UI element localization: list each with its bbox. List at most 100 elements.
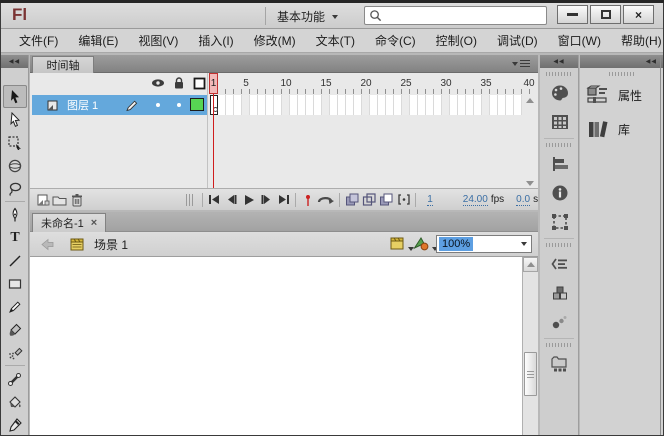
tool-pen[interactable]	[3, 203, 27, 226]
search-box[interactable]	[364, 6, 547, 25]
panel-gripper[interactable]	[546, 343, 572, 347]
panel-button-align[interactable]	[540, 149, 579, 178]
tool-pencil[interactable]	[3, 295, 27, 318]
center-playhead-button[interactable]	[299, 191, 316, 209]
go-to-last-frame-button[interactable]	[275, 191, 292, 209]
delete-layer-button[interactable]	[69, 191, 86, 209]
panel-button-info[interactable]	[540, 178, 579, 207]
maximize-button[interactable]	[590, 5, 621, 24]
tool-spray-brush[interactable]	[3, 341, 27, 364]
scene-breadcrumb-label[interactable]: 场景 1	[94, 236, 128, 253]
scroll-down-icon[interactable]	[526, 181, 534, 186]
zoom-level-combobox[interactable]: 100%	[436, 235, 532, 253]
document-tab-untitled-1[interactable]: 未命名-1 ×	[32, 213, 107, 232]
close-button[interactable]: ×	[623, 5, 654, 24]
stage-vertical-scrollbar[interactable]	[522, 257, 538, 435]
collapse-panel-icon[interactable]: ◀◀	[580, 55, 663, 68]
panel-button-swatches[interactable]	[540, 107, 579, 136]
menu-item-control[interactable]: 控制(O)	[426, 29, 487, 52]
step-forward-button[interactable]	[258, 191, 275, 209]
playhead-frame-number[interactable]: 1	[209, 73, 218, 94]
frame-1-empty-keyframe[interactable]	[210, 95, 218, 115]
scroll-up-button[interactable]	[523, 257, 538, 272]
show-hide-eye-icon[interactable]	[151, 77, 165, 89]
panel-button-project[interactable]	[540, 349, 579, 378]
edit-multiple-frames-button[interactable]	[378, 191, 395, 209]
menu-item-debug[interactable]: 调试(D)	[487, 29, 548, 52]
scrollbar-thumb[interactable]	[524, 352, 537, 396]
stage-canvas[interactable]	[30, 257, 522, 435]
scroll-up-icon[interactable]	[526, 98, 534, 103]
layer-outline-color-swatch[interactable]	[190, 98, 204, 111]
panel-button-library[interactable]: 库	[580, 112, 663, 146]
footer-grip[interactable]	[185, 193, 193, 206]
current-frame-hot-text[interactable]: 1	[427, 194, 433, 206]
lock-icon[interactable]	[173, 77, 185, 90]
new-layer-icon	[37, 194, 50, 205]
tab-timeline[interactable]: 时间轴	[32, 56, 94, 73]
tool-subselection[interactable]	[3, 108, 27, 131]
elapsed-time-hot-text[interactable]: 0.0	[516, 194, 531, 206]
tool-selection[interactable]	[3, 85, 27, 108]
panel-button-properties[interactable]: 属性	[580, 78, 663, 112]
layer-name[interactable]: 图层 1	[67, 97, 98, 113]
menu-item-view[interactable]: 视图(V)	[128, 29, 188, 52]
panel-button-transform[interactable]	[540, 207, 579, 236]
loop-playback-button[interactable]	[316, 191, 336, 209]
new-layer-button[interactable]	[34, 191, 51, 209]
document-tab-close-icon[interactable]: ×	[91, 217, 97, 229]
go-to-first-frame-button[interactable]	[206, 191, 223, 209]
edit-scene-button[interactable]	[389, 236, 414, 251]
onion-skin-button[interactable]	[343, 191, 360, 209]
panel-menu-icon[interactable]	[512, 60, 530, 67]
panel-gripper[interactable]	[546, 72, 572, 76]
panel-button-components[interactable]	[540, 278, 579, 307]
modify-markers-button[interactable]	[395, 191, 412, 209]
menu-item-window[interactable]: 窗口(W)	[548, 29, 611, 52]
collapse-panel-icon[interactable]: ◀◀	[540, 55, 578, 68]
panel-gripper[interactable]	[608, 72, 635, 76]
zoom-dropdown-icon[interactable]	[521, 242, 527, 246]
back-arrow-icon[interactable]	[40, 238, 55, 251]
menu-item-edit[interactable]: 编辑(E)	[68, 29, 128, 52]
tool-rectangle[interactable]	[3, 272, 27, 295]
tool-line[interactable]	[3, 249, 27, 272]
playhead-line[interactable]	[213, 94, 214, 188]
menu-item-help[interactable]: 帮助(H)	[611, 29, 664, 52]
tool-brush[interactable]	[3, 318, 27, 341]
search-input[interactable]	[382, 9, 532, 22]
menu-item-file[interactable]: 文件(F)	[9, 29, 68, 52]
menu-item-insert[interactable]: 插入(I)	[188, 29, 243, 52]
collapse-panel-icon[interactable]: ◀◀	[1, 55, 28, 68]
workspace-switcher[interactable]: 基本功能	[277, 8, 339, 25]
layer-unlocked-dot[interactable]	[177, 103, 181, 107]
frame-grid[interactable]	[210, 95, 522, 115]
menu-item-text[interactable]: 文本(T)	[306, 29, 365, 52]
tool-3d-rotation[interactable]	[3, 154, 27, 177]
step-back-button[interactable]	[223, 191, 240, 209]
tool-lasso[interactable]	[3, 177, 27, 200]
frame-rate-hot-text[interactable]: 24.00	[462, 194, 488, 206]
document-tab-bar: 未命名-1 ×	[30, 212, 538, 232]
panel-gripper[interactable]	[546, 143, 572, 147]
new-folder-button[interactable]	[51, 191, 68, 209]
menu-item-modify[interactable]: 修改(M)	[244, 29, 306, 52]
menu-item-commands[interactable]: 命令(C)	[365, 29, 426, 52]
zoom-level-value[interactable]: 100%	[439, 237, 474, 251]
tool-paint-bucket[interactable]	[3, 390, 27, 413]
tool-bone[interactable]	[3, 367, 27, 390]
panel-button-motion-presets[interactable]	[540, 307, 579, 336]
tool-free-transform[interactable]	[3, 131, 27, 154]
tool-eyedropper[interactable]	[3, 413, 27, 436]
panel-button-actions[interactable]	[540, 249, 579, 278]
tool-text[interactable]: T	[3, 226, 27, 249]
panel-gripper[interactable]	[546, 243, 572, 247]
edit-symbols-button[interactable]	[413, 236, 438, 251]
play-button[interactable]	[240, 191, 257, 209]
timeline-scrollbar[interactable]	[524, 95, 536, 188]
onion-skin-outlines-button[interactable]	[360, 191, 377, 209]
panel-button-color[interactable]	[540, 78, 579, 107]
layer-visible-dot[interactable]	[156, 103, 160, 107]
outline-view-icon[interactable]	[193, 77, 206, 90]
minimize-button[interactable]	[557, 5, 588, 24]
